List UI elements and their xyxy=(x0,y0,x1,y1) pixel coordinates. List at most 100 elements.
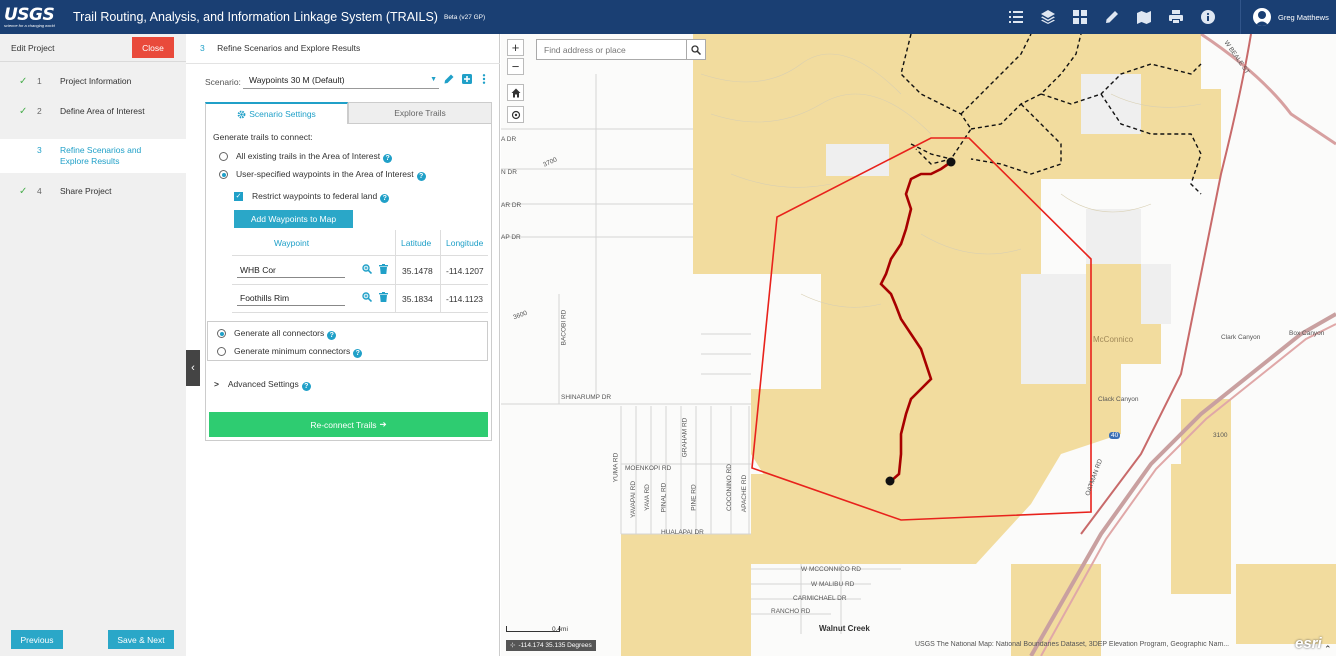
user-menu[interactable]: Greg Matthews xyxy=(1240,0,1336,34)
add-waypoints-button[interactable]: Add Waypoints to Map xyxy=(234,210,353,228)
map-view[interactable]: A DR N DR AR DR AP DR 3700 3600 BACOBI R… xyxy=(501,34,1336,656)
zoom-to-icon[interactable] xyxy=(362,264,373,275)
help-icon[interactable]: ? xyxy=(353,349,363,358)
scenario-select-value: Waypoints 30 M (Default) xyxy=(249,75,345,85)
layers-icon[interactable] xyxy=(1032,0,1064,34)
pencil-icon[interactable] xyxy=(1096,0,1128,34)
street-label: MOENKOPI RD xyxy=(625,465,672,472)
tab-scenario-settings[interactable]: Scenario Settings xyxy=(205,102,348,124)
usgs-logo[interactable]: USGS science for a changing world xyxy=(0,0,70,34)
divider xyxy=(232,255,488,256)
place-label: Clack Canyon xyxy=(1098,396,1139,403)
save-next-button[interactable]: Save & Next xyxy=(108,630,174,649)
search-icon[interactable] xyxy=(686,40,705,59)
advanced-settings-label: Advanced Settings xyxy=(227,379,299,389)
radio-all-connectors[interactable] xyxy=(217,329,226,338)
restrict-federal-checkbox[interactable]: ✓ xyxy=(234,192,243,201)
divider xyxy=(186,63,500,64)
help-icon[interactable]: ? xyxy=(380,194,390,203)
waypoint-name-field[interactable]: WHB Cor xyxy=(237,262,345,278)
zoom-in-button[interactable]: + xyxy=(507,39,524,56)
trash-icon[interactable] xyxy=(379,264,389,274)
generate-heading: Generate trails to connect: xyxy=(213,132,313,142)
crosshair-icon: ⊹ xyxy=(510,642,516,649)
place-label: McConnico xyxy=(1093,335,1134,344)
tab-explore-trails[interactable]: Explore Trails xyxy=(348,102,492,124)
trash-icon[interactable] xyxy=(379,292,389,302)
place-label: Clark Canyon xyxy=(1221,334,1261,341)
scenario-label: Scenario: xyxy=(205,77,241,87)
scale-label: 0.4mi xyxy=(552,626,568,633)
waypoint-header: Waypoint xyxy=(274,238,310,248)
divider xyxy=(232,284,488,285)
step-label: Project Information xyxy=(60,76,132,86)
zoom-to-icon[interactable] xyxy=(362,292,373,303)
street-label: YAVA RD xyxy=(643,484,651,511)
street-label: W MCCONNICO RD xyxy=(801,566,861,573)
street-label: AR DR xyxy=(501,202,522,209)
app-version: Beta (v27 GP) xyxy=(443,13,486,21)
chevron-up-icon[interactable]: ⌃ xyxy=(1324,644,1332,655)
waypoint-marker xyxy=(885,476,895,486)
locate-icon[interactable] xyxy=(507,106,524,123)
advanced-settings-toggle[interactable]: > Advanced Settings? xyxy=(214,379,311,391)
help-icon[interactable]: ? xyxy=(301,382,311,391)
option-label: All existing trails in the Area of Inter… xyxy=(236,151,381,161)
previous-button[interactable]: Previous xyxy=(11,630,63,649)
step-refine-scenarios[interactable]: 3 Refine Scenarios and Explore Results xyxy=(0,139,186,173)
edit-scenario-pencil-icon[interactable] xyxy=(443,74,455,86)
add-scenario-plus-icon[interactable] xyxy=(461,74,473,86)
step-project-information[interactable]: ✓ 1 Project Information xyxy=(0,76,186,87)
help-icon[interactable]: ? xyxy=(327,331,337,340)
more-options-icon[interactable] xyxy=(478,74,490,86)
longitude-header: Longitude xyxy=(446,238,484,248)
user-name: Greg Matthews xyxy=(1278,12,1329,22)
street-label: N DR xyxy=(501,169,517,176)
step-number: 4 xyxy=(37,186,42,196)
print-icon[interactable] xyxy=(1160,0,1192,34)
street-label: YUMA RD xyxy=(612,452,620,483)
gear-icon xyxy=(237,110,246,118)
steps-header: Edit Project Close xyxy=(0,34,186,62)
grid-icon[interactable] xyxy=(1064,0,1096,34)
option-label: Generate minimum connectors xyxy=(234,346,351,356)
radio-all-trails[interactable] xyxy=(219,152,228,161)
map-attribution: USGS The National Map: National Boundari… xyxy=(915,641,1230,648)
street-label: HUALAPAI DR xyxy=(661,529,704,536)
list-icon[interactable] xyxy=(1000,0,1032,34)
interstate-shield: 40 xyxy=(1109,432,1121,439)
zoom-out-button[interactable]: − xyxy=(507,58,524,75)
radio-user-waypoints[interactable] xyxy=(219,170,228,179)
step-check-placeholder xyxy=(19,145,37,173)
home-icon[interactable] xyxy=(507,84,524,101)
map-icon[interactable] xyxy=(1128,0,1160,34)
scenario-select[interactable]: Waypoints 30 M (Default) ▼ xyxy=(243,71,439,89)
step-define-area[interactable]: ✓ 2 Define Area of Interest xyxy=(0,106,186,117)
reconnect-trails-button[interactable]: Re-connect Trails ➔ xyxy=(209,412,488,437)
elevation-label: 3100 xyxy=(1213,432,1228,439)
info-icon[interactable] xyxy=(1192,0,1224,34)
collapse-panel-chevron-left-icon[interactable]: ‹ xyxy=(186,350,200,386)
step-number: 3 xyxy=(37,145,42,155)
street-label: CARMICHAEL DR xyxy=(793,595,847,602)
help-icon[interactable]: ? xyxy=(416,172,426,181)
search-input[interactable] xyxy=(537,40,687,59)
option-user-waypoints: User-specified waypoints in the Area of … xyxy=(236,169,426,181)
connector-options: Generate all connectors? Generate minimu… xyxy=(207,321,488,361)
map-search xyxy=(536,39,706,60)
waypoint-name-field[interactable]: Foothills Rim xyxy=(237,290,345,306)
edit-project-label: Edit Project xyxy=(11,42,55,53)
app-header: USGS science for a changing world Trail … xyxy=(0,0,1336,34)
coordinate-readout[interactable]: ⊹ -114.174 35.135 Degrees xyxy=(506,640,596,651)
help-icon[interactable]: ? xyxy=(383,154,393,163)
street-label: PINE RD xyxy=(690,484,698,511)
waypoint-latitude: 35.1478 xyxy=(402,266,433,276)
radio-minimum-connectors[interactable] xyxy=(217,347,226,356)
step-label: Define Area of Interest xyxy=(60,106,145,116)
close-button[interactable]: Close xyxy=(132,37,174,58)
option-all-connectors: Generate all connectors? xyxy=(234,328,337,340)
panel-step-number: 3 xyxy=(200,43,205,53)
step-share-project[interactable]: ✓ 4 Share Project xyxy=(0,186,186,197)
latitude-header: Latitude xyxy=(401,238,432,248)
app-title: Trail Routing, Analysis, and Information… xyxy=(73,10,438,24)
